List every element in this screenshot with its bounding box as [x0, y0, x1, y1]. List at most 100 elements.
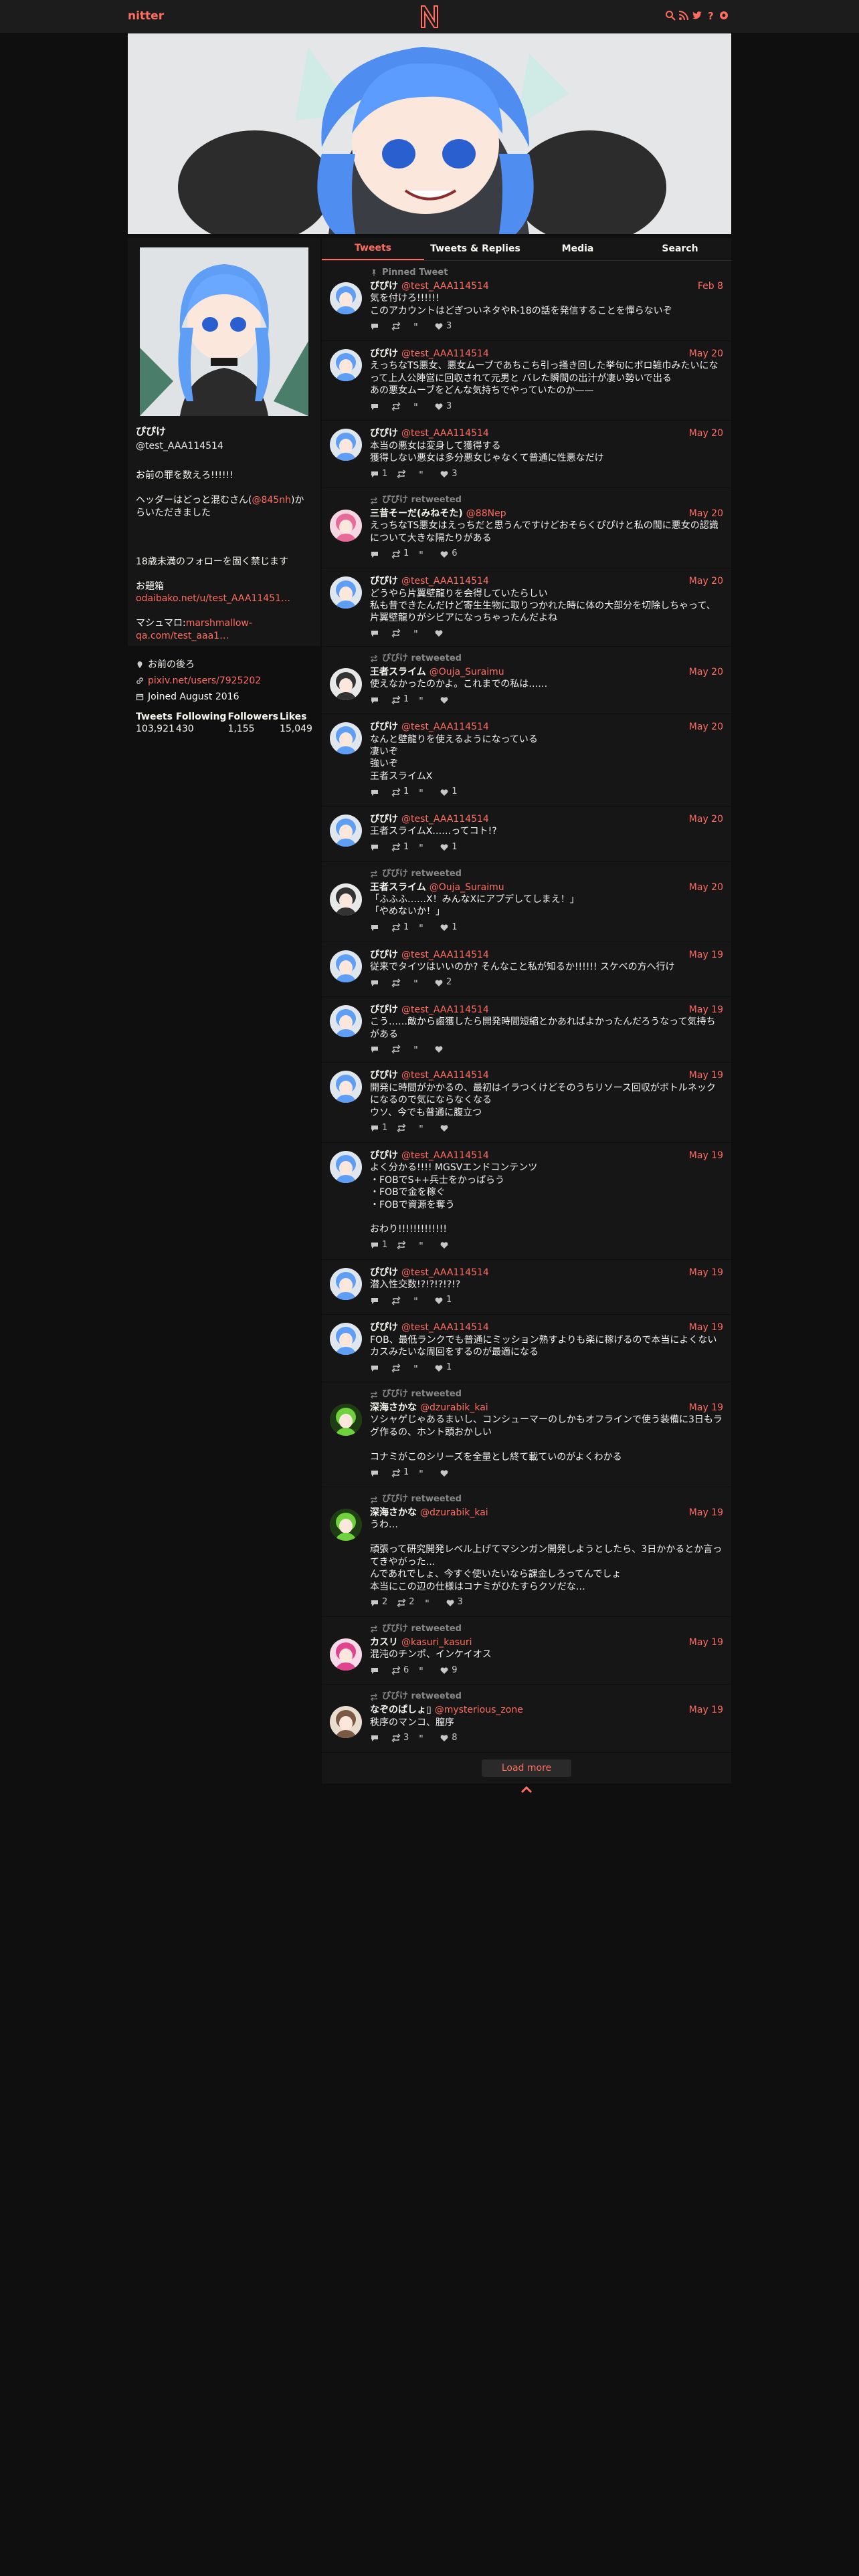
- nitter-logo-icon[interactable]: [419, 3, 440, 30]
- tweet-quotes[interactable]: ": [413, 402, 425, 411]
- tweet-fullname[interactable]: ぴぴけ: [370, 1069, 398, 1081]
- tweet-date[interactable]: May 19: [689, 1636, 723, 1648]
- tweet-item[interactable]: ぴぴけ @test_AAA114514 May 19 潜入性交数!?!?!?!?!? "…: [322, 1259, 731, 1315]
- tweet-replies[interactable]: [370, 1469, 382, 1478]
- tweet-quotes[interactable]: ": [413, 978, 425, 988]
- tweet-fullname[interactable]: 王者スライム: [370, 666, 426, 678]
- bio-mention-link[interactable]: @845nh: [252, 495, 290, 506]
- tweet-likes[interactable]: [440, 1123, 452, 1133]
- tweet-replies[interactable]: [370, 923, 382, 932]
- stat-following[interactable]: Following 430: [176, 711, 227, 735]
- tweet-likes[interactable]: 1: [440, 922, 458, 934]
- tweet-likes[interactable]: [440, 1469, 452, 1478]
- tweet-retweets[interactable]: [391, 629, 403, 638]
- tweet-replies[interactable]: [370, 1296, 382, 1305]
- tweet-avatar[interactable]: [330, 510, 362, 542]
- tweet-username[interactable]: @mysterious_zone: [435, 1704, 523, 1716]
- tweet-likes[interactable]: 1: [434, 1295, 452, 1306]
- tweet-item[interactable]: ぴぴけ retweeted 三昔そーだ(みねそた) @88Nep May 20 えっちな…: [322, 488, 731, 569]
- back-to-top[interactable]: [322, 1785, 731, 1798]
- tweet-avatar[interactable]: [330, 1509, 362, 1541]
- tweet-item[interactable]: ぴぴけ @test_AAA114514 May 20 王者スライムX……ってコト!? 1…: [322, 807, 731, 862]
- tweet-item[interactable]: ぴぴけ @test_AAA114514 May 19 こう……敵から鹵獲したら開発時間…: [322, 997, 731, 1063]
- bio-odaibako-link[interactable]: odaibako.net/u/test_AAA11451…: [136, 593, 290, 604]
- tweet-retweets[interactable]: 1: [391, 694, 409, 706]
- load-more-button[interactable]: Load more: [481, 1759, 572, 1778]
- tweet-retweets[interactable]: [397, 1241, 409, 1250]
- tweet-date[interactable]: May 20: [689, 508, 723, 520]
- tweet-likes[interactable]: [440, 695, 452, 705]
- tweet-retweets[interactable]: [391, 322, 403, 331]
- tweet-retweets[interactable]: 1: [391, 786, 409, 798]
- tweet-item[interactable]: ぴぴけ @test_AAA114514 May 20 えっちなTS悪女、悪女ムーブであ…: [322, 340, 731, 421]
- tweet-retweets[interactable]: 1: [391, 1467, 409, 1479]
- tweet-fullname[interactable]: ぴぴけ: [370, 280, 398, 292]
- tweet-item[interactable]: ぴぴけ retweeted 深海さかな @dzurabik_kai May 19 ソシャ…: [322, 1382, 731, 1488]
- tweet-quotes[interactable]: ": [413, 629, 425, 638]
- tweet-likes[interactable]: 1: [434, 1362, 452, 1374]
- tweet-date[interactable]: May 19: [689, 1507, 723, 1519]
- tweet-quotes[interactable]: ": [413, 1296, 425, 1305]
- tweet-username[interactable]: @dzurabik_kai: [420, 1402, 488, 1414]
- tweet-avatar[interactable]: [330, 950, 362, 982]
- tweet-date[interactable]: May 20: [689, 427, 723, 439]
- tweet-username[interactable]: @88Nep: [466, 508, 506, 520]
- tweet-username[interactable]: @test_AAA114514: [401, 1004, 489, 1016]
- tweet-date[interactable]: May 20: [689, 666, 723, 678]
- tweet-username[interactable]: @test_AAA114514: [401, 1267, 489, 1279]
- website-link[interactable]: pixiv.net/users/7925202: [148, 675, 261, 687]
- tweet-avatar[interactable]: [330, 1404, 362, 1436]
- tab-tweets-replies[interactable]: Tweets & Replies: [424, 238, 527, 260]
- tweet-replies[interactable]: 1: [370, 1123, 387, 1134]
- tweet-avatar[interactable]: [330, 1706, 362, 1739]
- tweet-quotes[interactable]: ": [418, 550, 430, 559]
- tweet-fullname[interactable]: 深海さかな: [370, 1402, 417, 1414]
- tweet-avatar[interactable]: [330, 815, 362, 847]
- tweet-fullname[interactable]: ぴぴけ: [370, 1150, 398, 1162]
- profile-banner[interactable]: [128, 33, 731, 234]
- tweet-date[interactable]: May 19: [689, 1150, 723, 1162]
- tweet-avatar[interactable]: [330, 1638, 362, 1671]
- tweet-date[interactable]: May 19: [689, 1321, 723, 1333]
- tweet-avatar[interactable]: [330, 348, 362, 381]
- tab-search[interactable]: Search: [629, 238, 731, 260]
- tweet-fullname[interactable]: 深海さかな: [370, 1507, 417, 1519]
- tweet-fullname[interactable]: 三昔そーだ(みねそた): [370, 508, 463, 520]
- tweet-avatar[interactable]: [330, 1005, 362, 1038]
- search-icon[interactable]: [665, 10, 676, 21]
- tweet-quotes[interactable]: ": [413, 1045, 425, 1054]
- tweet-likes[interactable]: 3: [446, 1597, 463, 1608]
- tweet-item[interactable]: ぴぴけ @test_AAA114514 May 20 どうやら片翼壁龍りを会得していた…: [322, 568, 731, 647]
- tweet-username[interactable]: @test_AAA114514: [401, 949, 489, 961]
- tweet-date[interactable]: May 20: [689, 881, 723, 893]
- tweet-item[interactable]: ぴぴけ retweeted 王者スライム @Ouja_Suraimu May 20 使え…: [322, 646, 731, 715]
- tweet-likes[interactable]: [434, 1045, 446, 1054]
- tweet-date[interactable]: May 20: [689, 721, 723, 733]
- tweet-quotes[interactable]: ": [418, 1733, 430, 1743]
- stat-tweets[interactable]: Tweets 103,921: [136, 711, 175, 735]
- tweet-avatar[interactable]: [330, 667, 362, 700]
- tab-tweets[interactable]: Tweets: [322, 238, 424, 260]
- tweet-retweets[interactable]: [391, 402, 403, 411]
- tweet-retweets[interactable]: [391, 1045, 403, 1054]
- tweet-username[interactable]: @test_AAA114514: [401, 1069, 489, 1081]
- tweet-likes[interactable]: 3: [440, 469, 458, 480]
- tweet-avatar[interactable]: [330, 883, 362, 916]
- tweet-username[interactable]: @test_AAA114514: [401, 575, 489, 587]
- tweet-item[interactable]: ぴぴけ @test_AAA114514 May 19 従来でタイツはいいのか? そんな…: [322, 942, 731, 998]
- stat-followers[interactable]: Followers 1,155: [227, 711, 278, 735]
- rss-icon[interactable]: [678, 10, 689, 21]
- tweet-replies[interactable]: [370, 695, 382, 705]
- tab-media[interactable]: Media: [527, 238, 629, 260]
- tweet-quotes[interactable]: ": [413, 322, 425, 331]
- tweet-replies[interactable]: [370, 1666, 382, 1675]
- tweet-quotes[interactable]: ": [418, 469, 430, 479]
- tweet-replies[interactable]: 1: [370, 1240, 387, 1251]
- help-icon[interactable]: ?: [705, 10, 716, 21]
- tweet-replies[interactable]: [370, 978, 382, 988]
- tweet-date[interactable]: Feb 8: [698, 280, 723, 292]
- tweet-fullname[interactable]: ぴぴけ: [370, 348, 398, 360]
- tweet-likes[interactable]: 2: [434, 977, 452, 988]
- tweet-replies[interactable]: [370, 629, 382, 638]
- tweet-replies[interactable]: [370, 1364, 382, 1373]
